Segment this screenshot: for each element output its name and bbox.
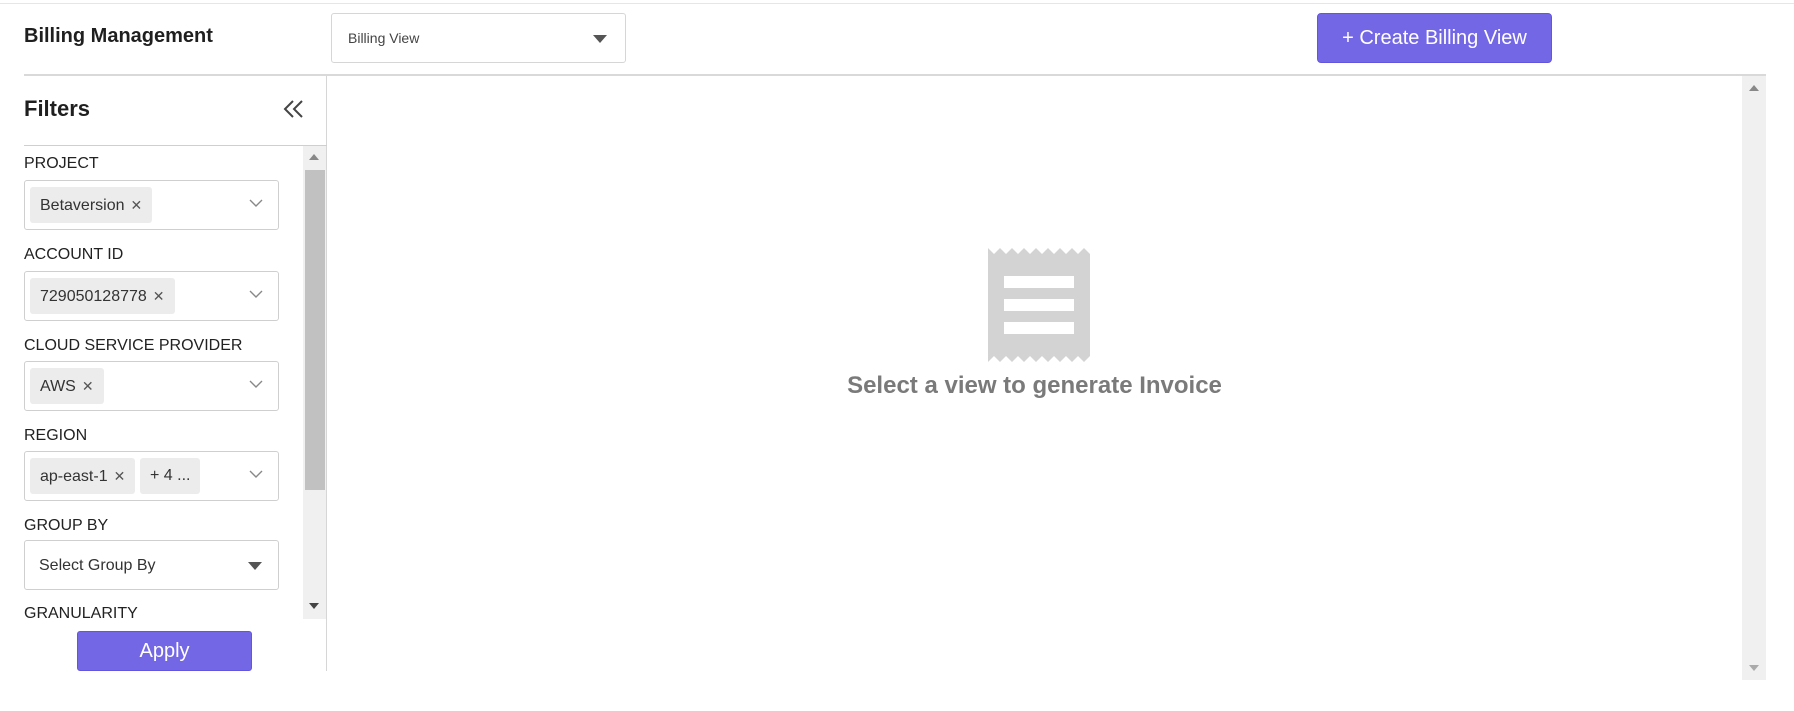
chip-label: Betaversion — [40, 197, 125, 214]
region-label: REGION — [24, 427, 88, 444]
cloud-provider-label: CLOUD SERVICE PROVIDER — [24, 337, 243, 354]
filter-list: PROJECT Betaversion ✕ ACCOUNT ID 72905012… — [24, 146, 303, 619]
chevron-down-icon[interactable] — [248, 286, 264, 302]
region-select[interactable]: ap-east-1 ✕ + 4 ... — [24, 451, 279, 501]
filters-panel: Filters PROJECT Betaversion ✕ ACCOUNT ID … — [24, 76, 327, 671]
create-billing-view-button[interactable]: + Create Billing View — [1317, 13, 1552, 63]
scroll-up-arrow-icon[interactable] — [309, 154, 319, 160]
scroll-up-arrow-icon[interactable] — [1749, 85, 1759, 91]
chevron-down-icon[interactable] — [248, 376, 264, 392]
chip-ap-east-1: ap-east-1 ✕ — [30, 458, 136, 494]
chip-label: ap-east-1 — [40, 468, 108, 485]
chip-more-label: + 4 ... — [150, 467, 191, 484]
chip-more-regions[interactable]: + 4 ... — [140, 458, 201, 494]
cloud-provider-select[interactable]: AWS ✕ — [24, 361, 279, 411]
caret-down-icon — [593, 35, 607, 43]
filters-scrollbar[interactable] — [303, 146, 326, 619]
chevron-down-icon[interactable] — [248, 195, 264, 211]
page-header: Billing Management Billing View + Create… — [0, 4, 1794, 74]
chip-label: AWS — [40, 378, 76, 395]
close-icon[interactable]: ✕ — [82, 368, 94, 404]
main-scrollbar[interactable] — [1742, 76, 1766, 680]
group-by-placeholder: Select Group By — [39, 557, 156, 574]
group-by-select[interactable]: Select Group By — [24, 540, 279, 590]
double-chevron-left-icon[interactable] — [279, 94, 309, 124]
billing-view-select-value: Billing View — [348, 30, 420, 46]
scrollbar-thumb[interactable] — [305, 170, 325, 490]
project-label: PROJECT — [24, 155, 99, 172]
chip-aws: AWS ✕ — [30, 368, 104, 404]
account-id-label: ACCOUNT ID — [24, 246, 124, 263]
filters-title: Filters — [24, 96, 91, 121]
caret-down-icon — [248, 562, 262, 570]
empty-state-message: Select a view to generate Invoice — [847, 372, 1222, 399]
close-icon[interactable]: ✕ — [153, 278, 165, 314]
receipt-icon — [988, 248, 1090, 362]
chip-account-id: 729050128778 ✕ — [30, 278, 175, 314]
scroll-down-arrow-icon[interactable] — [1749, 665, 1759, 671]
close-icon[interactable]: ✕ — [114, 458, 126, 494]
apply-button[interactable]: Apply — [77, 631, 252, 671]
page-title: Billing Management — [24, 25, 213, 47]
chip-label: 729050128778 — [40, 288, 147, 305]
chip-betaversion: Betaversion ✕ — [30, 187, 153, 223]
invoice-content-area: Select a view to generate Invoice — [328, 76, 1741, 671]
group-by-label: GROUP BY — [24, 517, 109, 534]
chevron-down-icon[interactable] — [248, 466, 264, 482]
granularity-label: GRANULARITY — [24, 605, 138, 619]
scroll-down-arrow-icon[interactable] — [309, 603, 319, 609]
project-select[interactable]: Betaversion ✕ — [24, 180, 279, 230]
close-icon[interactable]: ✕ — [131, 187, 143, 223]
account-id-select[interactable]: 729050128778 ✕ — [24, 271, 279, 321]
billing-view-select[interactable]: Billing View — [331, 13, 626, 63]
